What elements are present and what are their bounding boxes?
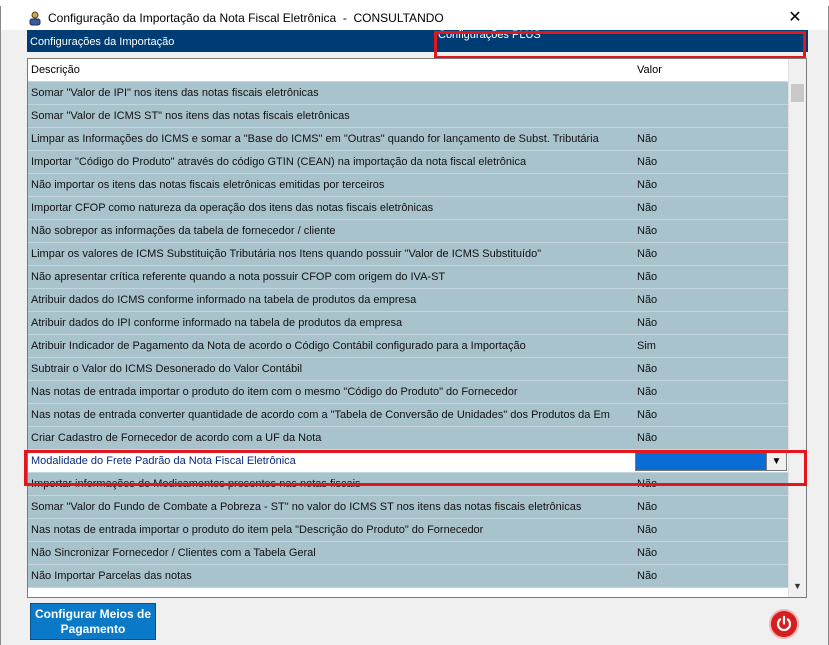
table-row[interactable]: Atribuir Indicador de Pagamento da Nota … — [28, 335, 788, 358]
table-row[interactable]: Subtrair o Valor do ICMS Desonerado do V… — [28, 358, 788, 381]
table-row[interactable]: Importar CFOP como natureza da operação … — [28, 197, 788, 220]
scrollbar-thumb[interactable] — [791, 84, 804, 102]
row-value: Sim — [637, 340, 656, 352]
row-value: Não — [637, 179, 658, 191]
row-value: Não — [637, 294, 658, 306]
row-value: Não — [637, 317, 658, 329]
grid-header: Descrição Valor — [28, 59, 788, 82]
row-description: Somar "Valor de IPI" nos itens das notas… — [31, 87, 319, 99]
row-value: Não — [637, 570, 658, 582]
row-description: Importar "Código do Produto" através do … — [31, 156, 527, 168]
row-description: Atribuir dados do ICMS conforme informad… — [31, 294, 417, 306]
table-row[interactable]: Não Importar Parcelas das notas Não — [28, 565, 788, 588]
row-value: Não — [637, 501, 658, 513]
highlight-box-row — [24, 450, 807, 486]
row-value: Não — [637, 156, 658, 168]
table-row[interactable]: Nas notas de entrada importar o produto … — [28, 381, 788, 404]
header-description: Descrição — [31, 64, 80, 76]
row-value: Não — [637, 225, 658, 237]
row-description: Nas notas de entrada importar o produto … — [31, 386, 518, 398]
power-icon — [776, 615, 792, 632]
row-description: Atribuir Indicador de Pagamento da Nota … — [31, 340, 526, 352]
row-description: Criar Cadastro de Fornecedor de acordo c… — [31, 432, 322, 444]
table-row[interactable]: Somar "Valor do Fundo de Combate a Pobre… — [28, 496, 788, 519]
exit-button[interactable] — [769, 609, 799, 639]
configure-payment-button[interactable]: Configurar Meios de Pagamento — [30, 603, 156, 640]
grid-rows: Somar "Valor de IPI" nos itens das notas… — [28, 82, 788, 588]
table-row[interactable]: Não Sincronizar Fornecedor / Clientes co… — [28, 542, 788, 565]
row-description: Somar "Valor do Fundo de Combate a Pobre… — [31, 501, 582, 513]
row-description: Nas notas de entrada importar o produto … — [31, 524, 484, 536]
row-value: Não — [637, 386, 658, 398]
highlight-box-plus-tab — [434, 31, 806, 59]
header-value: Valor — [637, 64, 662, 76]
row-value: Não — [637, 248, 658, 260]
table-row[interactable]: Atribuir dados do ICMS conforme informad… — [28, 289, 788, 312]
table-row[interactable]: Somar "Valor de IPI" nos itens das notas… — [28, 82, 788, 105]
row-description: Limpar as Informações do ICMS e somar a … — [31, 133, 599, 145]
row-value: Não — [637, 547, 658, 559]
table-row[interactable]: Não apresentar crítica referente quando … — [28, 266, 788, 289]
user-icon — [27, 10, 43, 26]
row-value: Não — [637, 202, 658, 214]
row-value: Não — [637, 409, 658, 421]
table-row[interactable]: Limpar os valores de ICMS Substituição T… — [28, 243, 788, 266]
row-description: Somar "Valor de ICMS ST" nos itens das n… — [31, 110, 350, 122]
row-description: Atribuir dados do IPI conforme informado… — [31, 317, 403, 329]
button-label-line2: Pagamento — [60, 622, 126, 636]
table-row[interactable]: Importar "Código do Produto" através do … — [28, 151, 788, 174]
table-row[interactable]: Somar "Valor de ICMS ST" nos itens das n… — [28, 105, 788, 128]
row-description: Não importar os itens das notas fiscais … — [31, 179, 385, 191]
row-value: Não — [637, 524, 658, 536]
row-description: Não apresentar crítica referente quando … — [31, 271, 446, 283]
row-value: Não — [637, 363, 658, 375]
row-value: Não — [637, 271, 658, 283]
table-row[interactable]: Criar Cadastro de Fornecedor de acordo c… — [28, 427, 788, 450]
table-row[interactable]: Nas notas de entrada converter quantidad… — [28, 404, 788, 427]
row-description: Não sobrepor as informações da tabela de… — [31, 225, 336, 237]
scroll-down-icon[interactable]: ▼ — [789, 581, 806, 595]
row-value: Não — [637, 133, 658, 145]
window-title: Configuração da Importação da Nota Fisca… — [48, 11, 444, 25]
row-value: Não — [637, 432, 658, 444]
row-description: Limpar os valores de ICMS Substituição T… — [31, 248, 542, 260]
row-description: Importar CFOP como natureza da operação … — [31, 202, 434, 214]
table-row[interactable]: Limpar as Informações do ICMS e somar a … — [28, 128, 788, 151]
vertical-scrollbar[interactable]: ▼ — [788, 59, 806, 597]
table-row[interactable]: Atribuir dados do IPI conforme informado… — [28, 312, 788, 335]
table-row[interactable]: Nas notas de entrada importar o produto … — [28, 519, 788, 542]
tab-configuracoes-importacao[interactable]: Configurações da Importação — [30, 31, 430, 53]
row-description: Não Sincronizar Fornecedor / Clientes co… — [31, 547, 316, 559]
row-description: Nas notas de entrada converter quantidad… — [31, 409, 610, 421]
button-label-line1: Configurar Meios de — [34, 607, 151, 621]
table-row[interactable]: Não importar os itens das notas fiscais … — [28, 174, 788, 197]
table-row[interactable]: Não sobrepor as informações da tabela de… — [28, 220, 788, 243]
config-grid: Descrição Valor Somar "Valor de IPI" nos… — [27, 58, 807, 598]
row-description: Não Importar Parcelas das notas — [31, 570, 192, 582]
row-description: Subtrair o Valor do ICMS Desonerado do V… — [31, 363, 303, 375]
